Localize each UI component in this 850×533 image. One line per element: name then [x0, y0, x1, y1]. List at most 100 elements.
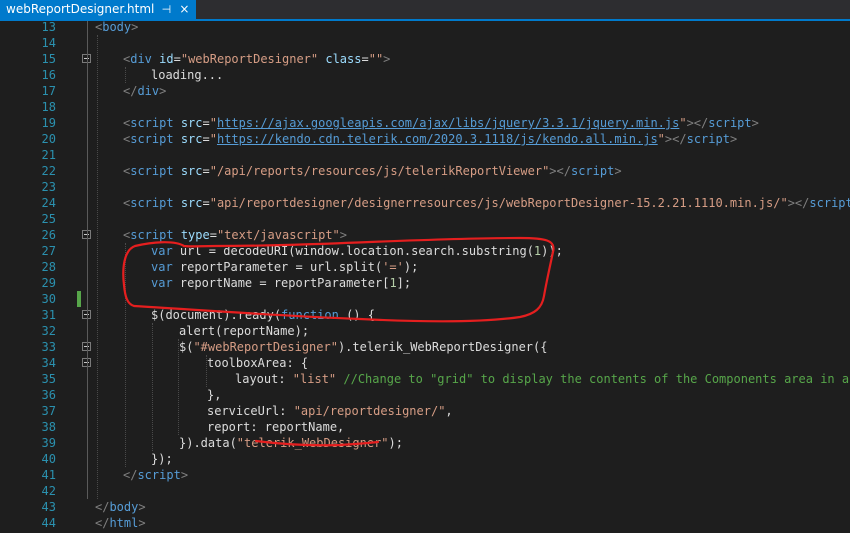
line-number: 13	[41, 21, 56, 34]
code-text: <script src="https://ajax.googleapis.com…	[123, 115, 759, 131]
code-token: ];	[396, 276, 412, 290]
line-number: 33	[41, 340, 56, 354]
code-editor[interactable]: 13 <body> 14 15 <div id="webReportDesigner" …	[0, 21, 850, 533]
code-line[interactable]: 17 </div>	[0, 83, 850, 99]
code-token: loading...	[151, 68, 224, 82]
code-line[interactable]: 25	[0, 211, 850, 227]
line-number: 41	[41, 468, 56, 482]
code-line[interactable]: 40});	[0, 451, 850, 467]
code-token: ).telerik_WebReportDesigner({	[337, 340, 548, 354]
code-line[interactable]: 37 serviceUrl: "api/reportdesigner/",	[0, 403, 850, 419]
code-token: >	[138, 500, 146, 514]
code-token: ></	[549, 164, 571, 178]
code-token: script	[809, 196, 850, 210]
code-line[interactable]: 24 <script src="api/reportdesigner/design…	[0, 195, 850, 211]
code-line[interactable]: 33 $("#webReportDesigner").telerik_WebRep…	[0, 339, 850, 355]
code-text: layout: "list" //Change to "grid" to dis…	[235, 371, 850, 387]
line-number: 25	[41, 212, 56, 226]
line-number: 40	[41, 452, 56, 466]
code-line[interactable]: 32 alert(reportName);	[0, 323, 850, 339]
code-token: "api/reportdesigner/designerresources/js…	[209, 196, 788, 210]
indent-guide	[125, 243, 126, 467]
code-token: >	[159, 84, 167, 98]
code-line[interactable]: 30	[0, 291, 850, 307]
code-text: var url = decodeURI(window.location.sear…	[151, 243, 563, 259]
code-token: url = decodeURI(window.location.search.s…	[172, 244, 534, 258]
code-line[interactable]: 15 <div id="webReportDesigner" class="">	[0, 51, 850, 67]
code-text: <script src="api/reportdesigner/designer…	[123, 195, 850, 211]
code-line[interactable]: 22 <script src="/api/reports/resources/js…	[0, 163, 850, 179]
line-number: 44	[41, 516, 56, 530]
code-line[interactable]: 38 report: reportName,	[0, 419, 850, 435]
code-token: script	[570, 164, 615, 178]
code-token: >	[180, 468, 189, 482]
code-token: reportParameter = url.split(	[172, 260, 383, 274]
line-number: 17	[41, 84, 56, 98]
code-token: ,	[445, 404, 453, 418]
code-line[interactable]: 43 </body>	[0, 499, 850, 515]
code-line[interactable]: 18	[0, 99, 850, 115]
code-token: type	[173, 228, 210, 242]
code-token: layout:	[235, 372, 293, 386]
code-token: >	[751, 116, 759, 130]
code-text: <script src="/api/reports/resources/js/t…	[123, 163, 622, 179]
code-line[interactable]: 16 loading...	[0, 67, 850, 83]
code-line[interactable]: 28 var reportParameter = url.split('=');	[0, 259, 850, 275]
line-number: 20	[41, 132, 56, 146]
outline-bracket	[87, 21, 88, 499]
code-line[interactable]: 42	[0, 483, 850, 499]
code-text: </html>	[95, 515, 146, 531]
code-line[interactable]: 27 var url = decodeURI(window.location.se…	[0, 243, 850, 259]
line-number: 36	[41, 388, 56, 402]
code-token: src	[173, 132, 203, 146]
code-token: =	[361, 52, 369, 66]
code-line[interactable]: 44 </html>	[0, 515, 850, 531]
code-token: html	[109, 516, 139, 530]
code-token: script	[130, 132, 174, 146]
code-token: "api/reportdesigner/"	[293, 404, 446, 418]
code-line[interactable]: 14	[0, 35, 850, 51]
code-token: "	[209, 132, 217, 146]
code-line[interactable]: 13 <body>	[0, 21, 850, 35]
code-line[interactable]: 36},	[0, 387, 850, 403]
code-line[interactable]: 34 toolboxArea: {	[0, 355, 850, 371]
code-token: =	[173, 52, 181, 66]
line-number: 24	[41, 196, 56, 210]
tab-webreportdesigner[interactable]: webReportDesigner.html ⊣ ×	[0, 0, 197, 19]
code-line[interactable]: 41 </script>	[0, 467, 850, 483]
code-text: <script type="text/javascript">	[123, 227, 347, 243]
code-token: >	[131, 21, 139, 34]
indent-guide	[125, 67, 126, 83]
tab-title: webReportDesigner.html	[6, 2, 155, 16]
code-token: class	[318, 52, 362, 66]
code-line[interactable]: 19 <script src="https://ajax.googleapis.c…	[0, 115, 850, 131]
code-token: toolboxArea: {	[207, 356, 309, 370]
code-token: ));	[541, 244, 563, 258]
code-line[interactable]: 21	[0, 147, 850, 163]
code-token: "/api/reports/resources/js/telerikReport…	[209, 164, 550, 178]
code-line[interactable]: 20 <script src="https://kendo.cdn.telerik…	[0, 131, 850, 147]
code-line[interactable]: 26 <script type="text/javascript">	[0, 227, 850, 243]
code-text: },	[207, 387, 221, 403]
code-token: https://kendo.cdn.telerik.com/2020.3.111…	[216, 132, 658, 146]
code-token: script	[130, 164, 174, 178]
line-number: 42	[41, 484, 56, 498]
code-line[interactable]: 35 layout: "list" //Change to "grid" to d…	[0, 371, 850, 387]
code-token: >	[339, 228, 348, 242]
code-token: ></	[787, 196, 810, 210]
code-token: >	[383, 52, 391, 66]
code-line[interactable]: 31 $(document).ready(function () {	[0, 307, 850, 323]
code-line[interactable]: 39}).data("telerik_WebDesigner");	[0, 435, 850, 451]
line-number: 19	[41, 116, 56, 130]
code-token: $(	[179, 340, 194, 354]
code-text: alert(reportName);	[179, 323, 309, 339]
code-token: var	[151, 260, 173, 274]
code-token: report: reportName,	[207, 420, 345, 434]
code-line[interactable]: 29 var reportName = reportParameter[1];	[0, 275, 850, 291]
code-token: id	[151, 52, 174, 66]
close-icon[interactable]: ×	[178, 0, 190, 19]
pin-icon[interactable]: ⊣	[160, 0, 172, 19]
code-token: div	[130, 52, 152, 66]
code-token: function	[281, 308, 339, 322]
code-line[interactable]: 23	[0, 179, 850, 195]
